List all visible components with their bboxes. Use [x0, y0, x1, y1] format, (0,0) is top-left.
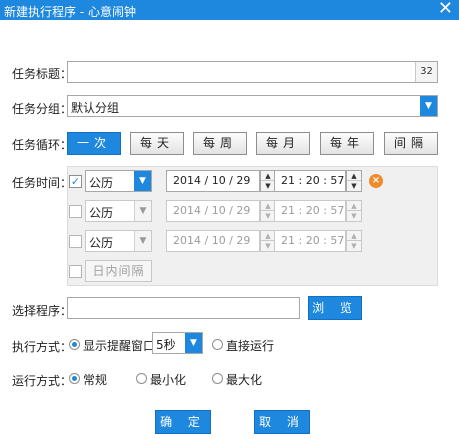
task-time-label: 任务时间： — [12, 176, 73, 190]
delete-icon[interactable]: × — [369, 174, 383, 188]
close-icon[interactable]: ✕ — [438, 0, 453, 19]
cycle-weekly-button[interactable]: 每周 — [193, 132, 247, 155]
time-row-2-checkbox[interactable] — [69, 205, 82, 218]
exec-reminder-label[interactable]: 显示提醒窗口 — [83, 337, 155, 354]
time-row-1-calendar-value: 公历 — [89, 176, 114, 190]
time-row-1-calendar-select[interactable]: 公历 ▼ — [85, 170, 152, 192]
chevron-down-icon[interactable]: ▼ — [420, 96, 437, 116]
time-row-1-checkbox[interactable]: ✓ — [69, 175, 82, 188]
chevron-down-icon[interactable]: ▼ — [134, 231, 151, 251]
spin-up-icon[interactable]: ▲ — [261, 231, 275, 241]
time-row-2-calendar-value: 公历 — [89, 206, 114, 220]
spin-up-icon[interactable]: ▲ — [347, 171, 361, 181]
cycle-once-button[interactable]: 一次 — [67, 132, 121, 155]
spin-up-icon[interactable]: ▲ — [261, 171, 275, 181]
intraday-interval-button[interactable]: 日内间隔 — [85, 260, 152, 282]
task-title-label: 任务标题： — [12, 67, 73, 81]
time-row-2-time-value: 21 : 20 : 57 — [281, 204, 345, 217]
spin-down-icon[interactable]: ▼ — [261, 241, 275, 251]
run-mode-label: 运行方式： — [12, 374, 73, 388]
cancel-button[interactable]: 取 消 — [254, 410, 310, 434]
cycle-monthly-button[interactable]: 每月 — [256, 132, 310, 155]
cycle-daily-button[interactable]: 每天 — [130, 132, 184, 155]
cycle-interval-button[interactable]: 间隔 — [384, 132, 438, 155]
spin-up-icon[interactable]: ▲ — [347, 231, 361, 241]
program-path-input[interactable] — [67, 297, 300, 319]
title-bar: 新建执行程序 - 心意闹钟 ✕ — [0, 0, 459, 20]
spin-down-icon[interactable]: ▼ — [347, 241, 361, 251]
run-normal-label[interactable]: 常规 — [83, 371, 107, 388]
run-maximize-radio[interactable] — [212, 373, 223, 384]
task-group-label: 任务分组： — [12, 102, 73, 116]
spin-down-icon[interactable]: ▼ — [261, 181, 275, 191]
run-minimize-label[interactable]: 最小化 — [150, 371, 186, 388]
chevron-down-icon[interactable]: ▼ — [134, 201, 151, 221]
spin-up-icon[interactable]: ▲ — [261, 201, 275, 211]
run-minimize-radio[interactable] — [136, 373, 147, 384]
run-maximize-label[interactable]: 最大化 — [226, 371, 262, 388]
time-row-1-date-value: 2014 / 10 / 29 — [173, 174, 251, 187]
time-row-2-time-field[interactable]: 21 : 20 : 57 — [274, 200, 346, 222]
exec-direct-radio[interactable] — [212, 339, 223, 350]
window-title: 新建执行程序 - 心意闹钟 — [4, 5, 136, 19]
program-label: 选择程序： — [12, 304, 73, 318]
time-row-3-checkbox[interactable] — [69, 235, 82, 248]
time-row-1-time-spinner[interactable]: ▲ ▼ — [346, 170, 362, 192]
exec-mode-label: 执行方式： — [12, 340, 73, 354]
char-counter: 32 — [415, 62, 437, 82]
time-row-2-date-value: 2014 / 10 / 29 — [173, 204, 251, 217]
task-group-select[interactable]: 默认分组 ▼ — [67, 95, 438, 117]
time-row-3-time-spinner[interactable]: ▲ ▼ — [346, 230, 362, 252]
intraday-interval-checkbox[interactable] — [69, 265, 82, 278]
time-row-2-time-spinner[interactable]: ▲ ▼ — [346, 200, 362, 222]
run-normal-radio[interactable] — [69, 373, 80, 384]
task-group-value: 默认分组 — [71, 101, 120, 115]
chevron-down-icon[interactable]: ▼ — [134, 171, 151, 191]
time-row-3-time-field[interactable]: 21 : 20 : 57 — [274, 230, 346, 252]
time-row-3-calendar-value: 公历 — [89, 236, 114, 250]
chevron-down-icon[interactable]: ▼ — [185, 333, 202, 353]
exec-direct-label[interactable]: 直接运行 — [226, 337, 274, 354]
task-cycle-label: 任务循环： — [12, 138, 73, 152]
spin-down-icon[interactable]: ▼ — [261, 211, 275, 221]
ok-button[interactable]: 确 定 — [155, 410, 211, 434]
exec-reminder-radio[interactable] — [69, 339, 80, 350]
spin-up-icon[interactable]: ▲ — [347, 201, 361, 211]
spin-down-icon[interactable]: ▼ — [347, 211, 361, 221]
time-row-1-date-field[interactable]: 2014 / 10 / 29 — [166, 170, 260, 192]
reminder-seconds-select[interactable]: 5秒 ▼ — [152, 332, 203, 354]
browse-button[interactable]: 浏 览 — [308, 296, 362, 320]
time-row-3-time-value: 21 : 20 : 57 — [281, 234, 345, 247]
time-row-1-time-value: 21 : 20 : 57 — [281, 174, 345, 187]
time-row-1-time-field[interactable]: 21 : 20 : 57 — [274, 170, 346, 192]
task-title-input[interactable]: 32 — [67, 61, 438, 83]
time-row-3-date-value: 2014 / 10 / 29 — [173, 234, 251, 247]
time-row-2-date-field[interactable]: 2014 / 10 / 29 — [166, 200, 260, 222]
reminder-seconds-value: 5秒 — [156, 338, 176, 352]
cycle-yearly-button[interactable]: 每年 — [320, 132, 374, 155]
time-row-3-date-field[interactable]: 2014 / 10 / 29 — [166, 230, 260, 252]
time-row-3-calendar-select[interactable]: 公历 ▼ — [85, 230, 152, 252]
spin-down-icon[interactable]: ▼ — [347, 181, 361, 191]
time-row-2-calendar-select[interactable]: 公历 ▼ — [85, 200, 152, 222]
